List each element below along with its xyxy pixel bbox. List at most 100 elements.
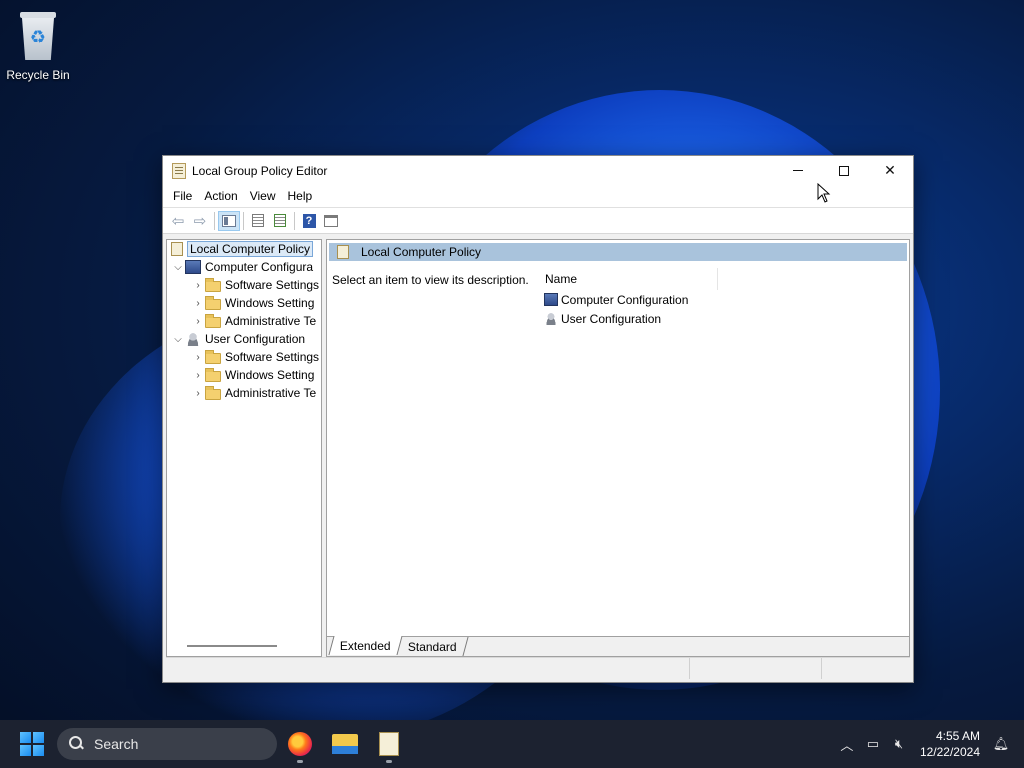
chevron-right-icon[interactable]: ›	[191, 280, 205, 291]
details-header-title: Local Computer Policy	[361, 245, 482, 259]
clock[interactable]: 4:55 AM 12/22/2024	[920, 728, 980, 760]
show-hide-console-tree-button[interactable]	[218, 210, 240, 231]
back-arrow-icon: ⇦	[171, 212, 185, 230]
status-section	[690, 658, 822, 679]
group-policy-editor-icon	[379, 732, 399, 756]
notifications-bell-icon[interactable]: 🔔︎	[988, 736, 1014, 752]
tree-item-computer-windows-settings[interactable]: › Windows Setting	[167, 294, 321, 312]
chevron-right-icon[interactable]: ›	[191, 352, 205, 363]
tree-item-label: Local Computer Policy	[187, 241, 314, 257]
minimize-icon	[793, 170, 803, 171]
tree-item-user-administrative-templates[interactable]: › Administrative Te	[167, 384, 321, 402]
minimize-button[interactable]	[775, 156, 821, 185]
desktop-icon-recycle-bin[interactable]: ♻ Recycle Bin	[4, 8, 72, 82]
status-section	[166, 658, 690, 679]
close-button[interactable]: ✕	[867, 156, 913, 185]
tab-standard[interactable]: Standard	[397, 637, 468, 656]
tree-item-label: Administrative Te	[225, 386, 317, 400]
tree-horizontal-scrollbar[interactable]	[187, 645, 277, 647]
items-list: Name Computer Configuration User Configu…	[542, 268, 909, 328]
tree-item-label: Administrative Te	[225, 314, 317, 328]
chevron-right-icon[interactable]: ›	[191, 298, 205, 309]
taskbar-search-box[interactable]: Search	[57, 728, 277, 760]
tree-item-label: Windows Setting	[225, 368, 315, 382]
network-icon[interactable]: ▭	[860, 736, 886, 752]
folder-icon	[205, 277, 221, 292]
maximize-button[interactable]	[821, 156, 867, 185]
export-list-button[interactable]	[269, 211, 291, 231]
chevron-right-icon[interactable]: ›	[191, 388, 205, 399]
details-pane: Local Computer Policy Select an item to …	[326, 239, 910, 657]
recycle-bin-icon: ♻	[16, 8, 60, 64]
properties-button[interactable]	[247, 211, 269, 231]
toolbar-separator	[294, 211, 295, 230]
action-pane-icon	[324, 214, 338, 227]
policy-icon	[171, 242, 183, 256]
description-text: Select an item to view its description.	[332, 273, 529, 287]
show-action-pane-button[interactable]	[320, 211, 342, 231]
menu-view[interactable]: View	[244, 189, 282, 203]
menu-bar: File Action View Help	[163, 185, 913, 208]
console-tree[interactable]: Local Computer Policy ⌵ Computer Configu…	[166, 239, 322, 657]
status-bar	[166, 657, 910, 679]
chevron-right-icon[interactable]: ›	[191, 316, 205, 327]
list-item-user-configuration[interactable]: User Configuration	[542, 309, 909, 328]
tree-item-local-computer-policy[interactable]: Local Computer Policy	[167, 240, 321, 258]
chevron-right-icon[interactable]: ›	[191, 370, 205, 381]
folder-icon	[205, 349, 221, 364]
folder-icon	[205, 295, 221, 310]
menu-file[interactable]: File	[167, 189, 198, 203]
help-icon: ?	[302, 213, 316, 228]
windows-logo-icon	[20, 732, 31, 743]
tree-item-user-software-settings[interactable]: › Software Settings	[167, 348, 321, 366]
forward-button[interactable]: ⇨	[189, 211, 211, 231]
volume-muted-icon[interactable]: 🔇︎	[886, 736, 912, 752]
computer-icon	[544, 293, 558, 306]
chevron-down-icon[interactable]: ⌵	[171, 334, 185, 345]
list-item-label: Computer Configuration	[561, 292, 689, 307]
toolbar-separator	[243, 211, 244, 230]
tree-item-label: Computer Configura	[205, 260, 314, 274]
tree-item-user-configuration[interactable]: ⌵ User Configuration	[167, 330, 321, 348]
show-hidden-icons-chevron-up-icon[interactable]: ︿	[834, 735, 860, 754]
clock-date: 12/22/2024	[919, 745, 980, 759]
user-icon	[185, 332, 201, 346]
system-tray: ︿ ▭ 🔇︎ 4:55 AM 12/22/2024 🔔︎	[834, 720, 1024, 768]
details-header: Local Computer Policy	[329, 243, 907, 261]
tree-item-label: Software Settings	[225, 350, 320, 364]
window-title: Local Group Policy Editor	[192, 163, 328, 178]
help-button[interactable]: ?	[298, 211, 320, 231]
forward-arrow-icon: ⇨	[193, 212, 207, 230]
tab-extended[interactable]: Extended	[328, 636, 403, 655]
tree-item-computer-administrative-templates[interactable]: › Administrative Te	[167, 312, 321, 330]
folder-icon	[205, 385, 221, 400]
clock-time: 4:55 AM	[935, 729, 980, 743]
tree-item-computer-configuration[interactable]: ⌵ Computer Configura	[167, 258, 321, 276]
tree-item-computer-software-settings[interactable]: › Software Settings	[167, 276, 321, 294]
menu-help[interactable]: Help	[282, 189, 319, 203]
tree-item-user-windows-settings[interactable]: › Windows Setting	[167, 366, 321, 384]
toolbar-separator	[214, 211, 215, 230]
column-header-name[interactable]: Name	[542, 268, 718, 290]
policy-editor-icon	[172, 162, 186, 179]
maximize-icon	[839, 165, 849, 176]
main-content: Local Computer Policy ⌵ Computer Configu…	[166, 239, 910, 657]
export-list-icon	[274, 214, 286, 227]
title-bar[interactable]: Local Group Policy Editor ✕	[163, 156, 913, 185]
list-item-label: User Configuration	[561, 311, 662, 326]
taskbar: Search ︿ ▭ 🔇︎ 4:55 AM 12/22/2024 🔔︎	[0, 720, 1024, 768]
firefox-icon	[288, 732, 312, 756]
taskbar-app-group-policy-editor[interactable]	[373, 728, 405, 763]
group-policy-editor-window: Local Group Policy Editor ✕ File Action …	[162, 155, 914, 683]
start-button[interactable]	[20, 732, 44, 756]
back-button[interactable]: ⇦	[167, 211, 189, 231]
list-item-computer-configuration[interactable]: Computer Configuration	[542, 290, 909, 309]
taskbar-app-file-explorer[interactable]	[329, 728, 361, 760]
folder-icon	[205, 313, 221, 328]
taskbar-app-firefox[interactable]	[284, 728, 316, 763]
desktop-icon-label: Recycle Bin	[6, 68, 70, 82]
view-tabs: Extended Standard	[327, 636, 909, 656]
menu-action[interactable]: Action	[198, 189, 243, 203]
tree-item-label: User Configuration	[205, 332, 306, 346]
chevron-down-icon[interactable]: ⌵	[171, 262, 185, 273]
